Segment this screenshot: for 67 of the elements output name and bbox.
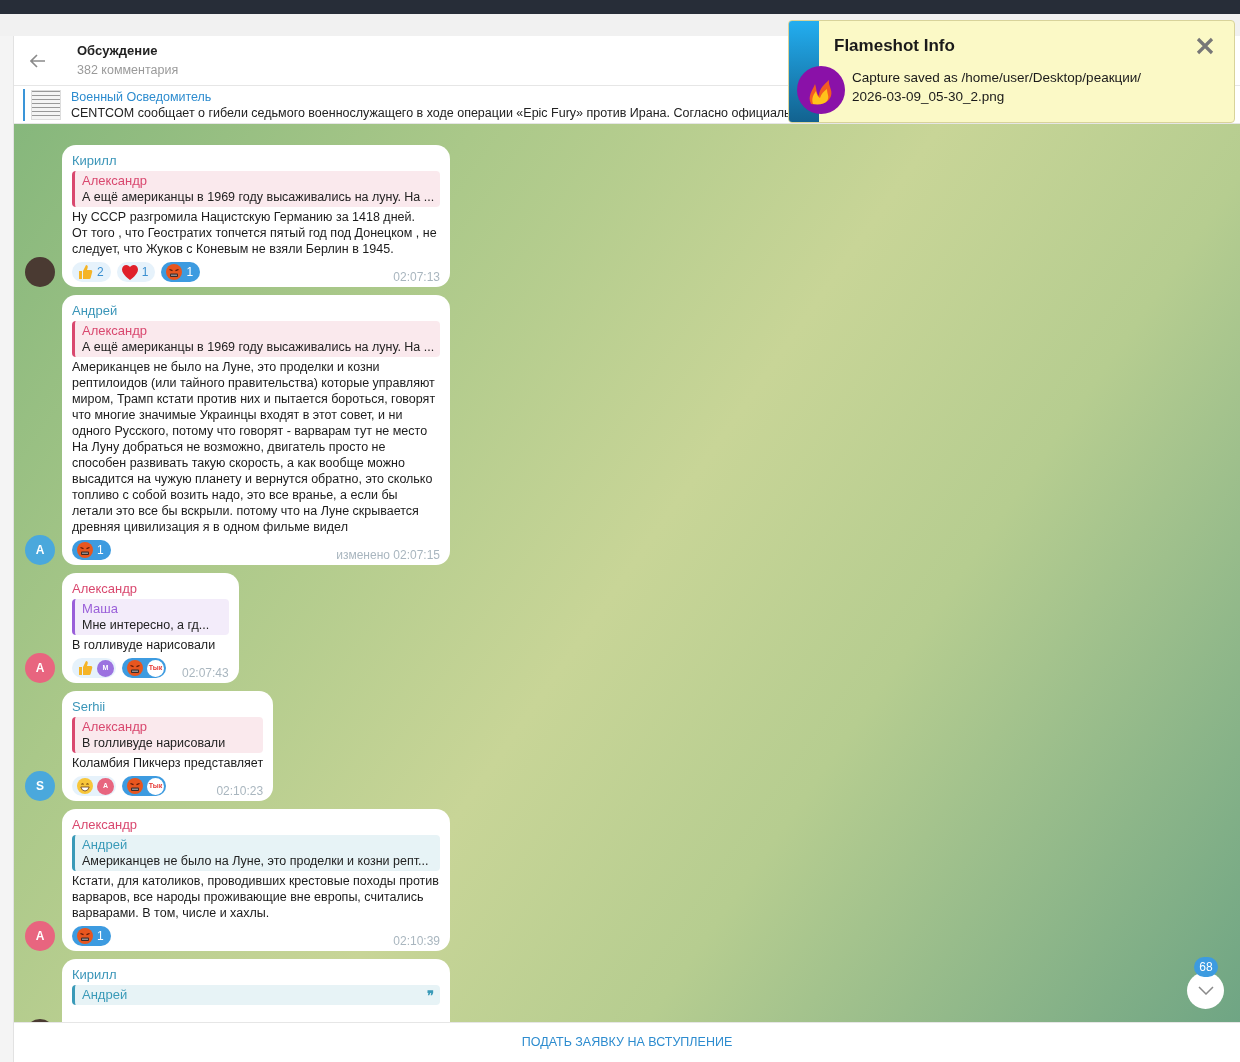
reply-quote[interactable]: Андрей ❞ xyxy=(72,985,440,1005)
reaction-chip[interactable]: 1 xyxy=(72,540,111,560)
reply-author: Александр xyxy=(82,173,148,189)
message-time: 02:07:43 xyxy=(182,666,229,680)
reply-text: Мне интересно, а гд... xyxy=(82,617,211,633)
reply-author: Андрей xyxy=(82,987,128,1003)
thumbs-up-icon xyxy=(77,264,93,280)
author-name[interactable]: Александр xyxy=(72,580,229,597)
pinned-channel: Военный Осведомитель xyxy=(71,88,213,105)
message-text: В голливуде нарисовали xyxy=(72,637,217,653)
close-icon[interactable] xyxy=(1196,37,1214,55)
user-avatar[interactable]: S xyxy=(25,771,55,801)
angry-face-icon xyxy=(127,660,143,676)
chat-title: Обсуждение xyxy=(77,41,159,60)
angry-face-icon xyxy=(166,264,183,280)
user-avatar[interactable]: А xyxy=(25,653,55,683)
message-text: Американцев не было на Луне, это проделки и козни рептилоидов (или тайного правительства) которые управляют миром, Трамп кстати против них и пытается бороться, говорят что многие значимые Украинцы входят в этот совет, и ни одного Русского, потому что говорят - варварам тут не место На Луну добраться не возможно, двигатель просто не способен развивать такую скорость, а как вообще можно высадится на чужую планету и вернутся обратно, это сколько топливо с собой возить надо, это все вранье, а если бы летали это все бы вскрыли. потому что на Луне скрывается древняя цивилизация я в одном фильме видел xyxy=(72,359,437,535)
message-text: Коламбия Пикчерз представляет xyxy=(72,755,264,771)
reply-quote[interactable]: Александр А ещё американцы в 1969 году высаживались на луну. На ... xyxy=(72,171,440,207)
reply-author: Александр xyxy=(82,719,148,735)
reply-text: А ещё американцы в 1969 году высаживались на луну. На ... xyxy=(82,189,433,205)
reply-text: А ещё американцы в 1969 году высаживались на луну. На ... xyxy=(82,339,433,355)
chevron-down-icon xyxy=(1197,986,1214,995)
reply-quote[interactable]: Андрей Американцев не было на Луне, это проделки и козни репт... xyxy=(72,835,440,871)
flame-logo-icon xyxy=(797,66,845,114)
reaction-chip[interactable]: 2 xyxy=(72,262,111,282)
reaction-chip[interactable]: 1 xyxy=(72,926,111,946)
unread-badge: 68 xyxy=(1194,957,1218,977)
reaction-chip[interactable]: 1 xyxy=(116,262,156,282)
thumbs-up-icon xyxy=(77,660,93,676)
author-name[interactable]: Александр xyxy=(72,816,440,833)
message-time: 02:10:23 xyxy=(216,784,264,798)
author-name[interactable]: Кирилл xyxy=(72,152,440,169)
author-name[interactable]: Андрей xyxy=(72,302,440,319)
message-text: Кстати, для католиков, проводивших крестовые походы против варваров, все народы проживающие вне европы, считались варварами. В том, числе и хахлы. xyxy=(72,873,440,921)
notification-title: Flameshot Info xyxy=(834,35,955,57)
reply-author: Маша xyxy=(82,601,118,617)
reply-author: Андрей xyxy=(82,837,128,853)
reply-text: В голливуде нарисовали xyxy=(82,735,227,751)
user-avatar[interactable]: А xyxy=(25,535,55,565)
angry-face-icon xyxy=(77,928,93,944)
reply-quote[interactable]: Маша Мне интересно, а гд... xyxy=(72,599,229,635)
message-time: 02:10:39 xyxy=(393,934,440,948)
grinning-face-icon xyxy=(77,778,93,794)
message-time: 02:07:13 xyxy=(393,270,440,284)
reaction-chip[interactable]: 1 xyxy=(161,262,201,282)
message-text: Ну СССР разгромила Нацистскую Германию за 1418 дней. От того , что Геостратих топчется пятый год под Донецком , не следует, что Жуков с Коневым не взяли Берлин в 1945. xyxy=(72,209,438,257)
author-name[interactable]: Serhii xyxy=(72,698,264,715)
heart-icon xyxy=(121,264,138,280)
angry-face-icon xyxy=(127,778,143,794)
reply-quote[interactable]: Александр В голливуде нарисовали xyxy=(72,717,264,753)
message-time: изменено 02:07:15 xyxy=(336,548,440,562)
join-request-button[interactable]: ПОДАТЬ ЗАЯВКУ НА ВСТУПЛЕНИЕ xyxy=(513,1029,741,1056)
quote-mark: ❞ xyxy=(427,987,434,1005)
post-thumbnail xyxy=(31,89,61,120)
reply-author: Александр xyxy=(82,323,148,339)
photo-placeholder[interactable] xyxy=(25,257,55,287)
chat-subtitle: 382 комментария xyxy=(77,61,179,79)
angry-face-icon xyxy=(77,542,93,558)
pinned-accent-bar xyxy=(23,88,25,121)
author-name[interactable]: Кирилл xyxy=(72,966,440,983)
reply-quote[interactable]: Александр А ещё американцы в 1969 году высаживались на луну. На ... xyxy=(72,321,440,357)
pinned-text: CENTCOM сообщает о гибели седьмого военнослужащего в ходе операции «Epic Fury» против Ирана. Согласно официаль xyxy=(71,104,791,121)
reply-text: Американцев не было на Луне, это проделки и козни репт... xyxy=(82,853,430,869)
user-avatar[interactable]: А xyxy=(25,921,55,951)
scroll-down-button[interactable] xyxy=(1187,972,1224,1009)
back-arrow-icon[interactable] xyxy=(30,53,46,68)
